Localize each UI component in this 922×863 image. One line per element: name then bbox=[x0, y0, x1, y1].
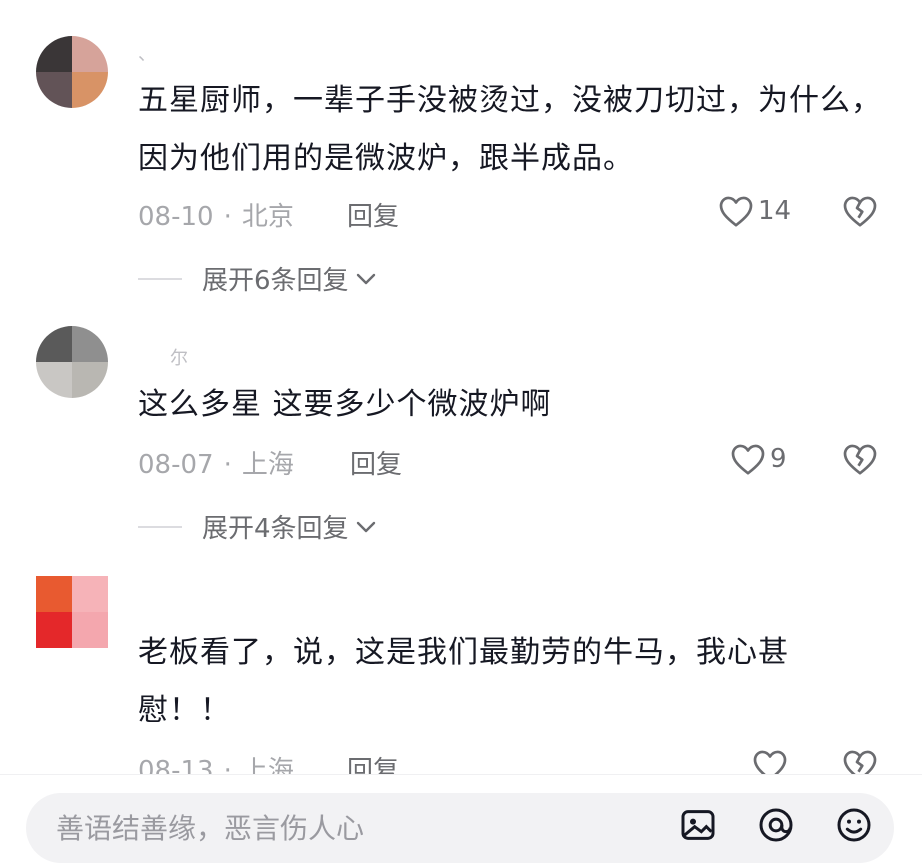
comment-input[interactable]: 善语结善缘，恶言伤人心 bbox=[26, 793, 894, 863]
avatar[interactable] bbox=[36, 326, 108, 398]
expand-replies-label: 展开4条回复 bbox=[202, 514, 349, 544]
comment-meta: 08-13 · 上海 bbox=[138, 750, 294, 774]
like-count: 9 bbox=[770, 444, 787, 474]
input-actions bbox=[678, 805, 874, 845]
like-count: 14 bbox=[758, 196, 792, 226]
comment-text: 老板看了，说，这是我们最勤劳的牛马，我心甚慰！！ bbox=[138, 635, 789, 728]
comment-item: 尔 这么多星 这要多少个微波炉啊 08-07 · 上海 回复 9 展开4条回复 bbox=[0, 320, 922, 570]
reply-button[interactable]: 回复 bbox=[350, 444, 402, 481]
comment-item: 、 五星厨师，一辈子手没被烫过，没被刀切过，为什么，因为他们用的是微波炉，跟半成… bbox=[0, 0, 922, 320]
emoji-icon[interactable] bbox=[834, 805, 874, 845]
broken-heart-icon bbox=[843, 444, 877, 475]
at-icon[interactable] bbox=[756, 805, 796, 845]
expand-replies-button[interactable]: 展开4条回复 bbox=[138, 508, 377, 545]
reply-button[interactable]: 回复 bbox=[347, 750, 399, 774]
image-icon[interactable] bbox=[678, 805, 718, 845]
heart-outline-icon bbox=[753, 750, 787, 774]
avatar[interactable] bbox=[36, 36, 108, 108]
avatar[interactable] bbox=[36, 576, 108, 648]
expand-replies-button[interactable]: 展开6条回复 bbox=[138, 260, 377, 297]
expand-replies-label: 展开6条回复 bbox=[202, 266, 349, 296]
heart-outline-icon bbox=[731, 444, 765, 475]
comment-location: 上海 bbox=[241, 450, 294, 480]
heart-outline-icon bbox=[719, 196, 753, 227]
divider-line bbox=[138, 277, 182, 280]
broken-heart-icon bbox=[843, 750, 877, 774]
like-button[interactable]: 9 bbox=[730, 442, 787, 476]
chevron-down-icon bbox=[356, 273, 375, 284]
broken-heart-icon bbox=[843, 196, 877, 227]
comment-date: 08-10 bbox=[138, 202, 214, 232]
comment-location: 上海 bbox=[241, 756, 294, 774]
comment-date: 08-07 bbox=[138, 450, 214, 480]
comment-meta: 08-10 · 北京 bbox=[138, 202, 294, 232]
username[interactable]: 尔 bbox=[170, 344, 188, 370]
comment-text: 这么多星 这要多少个微波炉啊 bbox=[138, 387, 552, 422]
chevron-down-icon bbox=[356, 521, 375, 532]
comment-text: 五星厨师，一辈子手没被烫过，没被刀切过，为什么，因为他们用的是微波炉，跟半成品。 bbox=[138, 83, 882, 176]
like-button[interactable] bbox=[752, 748, 792, 774]
dislike-button[interactable] bbox=[842, 194, 878, 232]
reply-button[interactable]: 回复 bbox=[347, 196, 399, 233]
comment-input-placeholder: 善语结善缘，恶言伤人心 bbox=[56, 812, 365, 845]
comment-input-bar: 善语结善缘，恶言伤人心 bbox=[0, 774, 922, 863]
comment-meta: 08-07 · 上海 bbox=[138, 450, 294, 480]
comment-item: 老板看了，说，这是我们最勤劳的牛马，我心甚慰！！ 08-13 · 上海 回复 bbox=[0, 570, 922, 774]
like-button[interactable]: 14 bbox=[718, 194, 791, 228]
dislike-button[interactable] bbox=[842, 442, 878, 480]
comment-location: 北京 bbox=[241, 202, 294, 232]
comment-date: 08-13 bbox=[138, 756, 214, 774]
dislike-button[interactable] bbox=[842, 748, 878, 774]
divider-line bbox=[138, 525, 182, 528]
username[interactable]: 、 bbox=[138, 40, 156, 66]
